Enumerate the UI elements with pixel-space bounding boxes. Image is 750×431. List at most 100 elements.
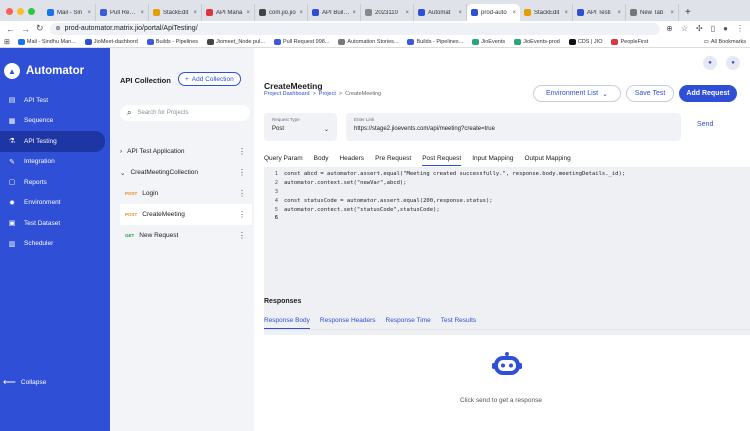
side-panel-icon[interactable]: ▯ <box>711 24 715 33</box>
sidebar-item-api-test[interactable]: ▤ API Test <box>0 90 110 111</box>
bookmark-star-icon[interactable]: ☆ <box>681 24 688 33</box>
close-icon[interactable]: × <box>405 10 409 16</box>
sidebar-item-scheduler[interactable]: ▥ Scheduler <box>0 234 110 255</box>
site-info-icon[interactable]: ⊜ <box>56 25 61 32</box>
browser-tab[interactable]: StackEdit × <box>520 4 573 21</box>
extensions-icon[interactable]: ✣ <box>696 24 703 33</box>
request-url-field[interactable]: Enter Link https://stage2.jioevents.com/… <box>346 113 681 141</box>
close-icon[interactable]: × <box>140 10 144 16</box>
back-arrow-icon[interactable]: ← <box>6 24 15 34</box>
new-tab-button[interactable]: + <box>679 7 697 21</box>
kebab-menu-icon[interactable]: ⋮ <box>238 189 246 198</box>
bookmark-item[interactable]: Automation Stories... <box>338 38 398 45</box>
close-icon[interactable]: × <box>670 10 674 16</box>
tab-query-param[interactable]: Query Param <box>264 155 303 166</box>
chevron-right-icon[interactable]: › <box>120 148 122 155</box>
add-collection-button[interactable]: + Add Collection <box>178 72 241 86</box>
tab-input-mapping[interactable]: Input Mapping <box>472 155 513 166</box>
sidebar-item-environment[interactable]: ✹ Environment <box>0 193 110 214</box>
bookmark-item[interactable]: JioEvents <box>472 38 505 45</box>
request-type-select[interactable]: Request Type Post ⌄ <box>264 113 337 141</box>
environment-list-dropdown[interactable]: Environment List ⌄ <box>533 85 621 102</box>
tab-post-request[interactable]: Post Request <box>422 155 462 166</box>
add-request-button[interactable]: Add Request <box>679 85 737 102</box>
script-editor[interactable]: 1 const abcd = automator.assert.equal("Me… <box>264 167 750 335</box>
request-item[interactable]: POST CreateMeeting ⋮ <box>120 204 252 225</box>
all-bookmarks-button[interactable]: ▭ All Bookmarks <box>704 39 746 45</box>
bars-icon: ▥ <box>8 240 16 248</box>
browser-tab[interactable]: prod-auto × <box>467 4 520 21</box>
tab-response-body[interactable]: Response Body <box>264 317 310 329</box>
reload-icon[interactable]: ↻ <box>36 23 44 34</box>
browser-tab[interactable]: API Mana × <box>202 4 255 21</box>
close-icon[interactable]: × <box>352 10 356 16</box>
forward-arrow-icon[interactable]: → <box>21 24 30 34</box>
browser-tab[interactable]: Automat × <box>414 4 467 21</box>
browser-tab[interactable]: API Testi × <box>573 4 626 21</box>
notification-bell-icon[interactable]: ● <box>703 56 717 70</box>
zoom-window-button[interactable] <box>28 8 35 15</box>
browser-tab[interactable]: New Tab × <box>626 4 679 21</box>
close-icon[interactable]: × <box>458 10 462 16</box>
user-avatar[interactable]: ● <box>726 56 740 70</box>
browser-tab[interactable]: StackEdit × <box>149 4 202 21</box>
kebab-menu-icon[interactable]: ⋮ <box>238 168 246 177</box>
close-icon[interactable]: × <box>87 10 91 16</box>
sidebar-item-integration[interactable]: ✎ Integration <box>0 152 110 173</box>
kebab-menu-icon[interactable]: ⋮ <box>238 147 246 156</box>
close-icon[interactable]: × <box>617 10 621 16</box>
request-item[interactable]: POST Login ⋮ <box>120 183 252 204</box>
tab-headers[interactable]: Headers <box>339 155 364 166</box>
tab-output-mapping[interactable]: Output Mapping <box>524 155 570 166</box>
close-icon[interactable]: × <box>299 10 303 16</box>
breadcrumb-project[interactable]: Project <box>319 91 336 97</box>
tab-body[interactable]: Body <box>314 155 329 166</box>
tab-response-time[interactable]: Response Time <box>386 317 431 329</box>
profile-icon[interactable]: ● <box>723 24 728 33</box>
request-item[interactable]: GET New Request ⋮ <box>120 225 252 246</box>
project-search-input[interactable]: ⌕ Search for Projects <box>120 105 250 121</box>
browser-tab[interactable]: Pull Reque × <box>96 4 149 21</box>
send-button[interactable]: Send <box>697 121 713 128</box>
bookmark-item[interactable]: Mail - Sindhu Man... <box>17 38 76 45</box>
collapse-button[interactable]: ⟵ Collapse <box>3 377 46 388</box>
sidebar-item-test-dataset[interactable]: ▣ Test Dataset <box>0 213 110 234</box>
tab-pre-request[interactable]: Pre Request <box>375 155 411 166</box>
collection-folder[interactable]: ⌄ CreatMeetingCollection ⋮ <box>120 162 252 183</box>
browser-tab[interactable]: Mail - Sin × <box>43 4 96 21</box>
close-icon[interactable]: × <box>246 10 250 16</box>
bookmark-item[interactable]: Jiomeet_Node pul... <box>207 38 265 45</box>
bookmark-item[interactable]: JioEvents-prod <box>514 38 560 45</box>
minimize-window-button[interactable] <box>17 8 24 15</box>
collection-folder[interactable]: › API Test Application ⋮ <box>120 141 252 162</box>
close-icon[interactable]: × <box>193 10 197 16</box>
kebab-menu-icon[interactable]: ⋮ <box>238 231 246 240</box>
url-input[interactable]: ⊜ prod-automator.matrix.jio/portal/ApiTe… <box>49 22 661 35</box>
bookmark-item[interactable]: PeopleFirst <box>611 38 648 45</box>
window-controls <box>0 8 43 21</box>
breadcrumb-project-dashboard[interactable]: Project Dashboard <box>264 91 310 97</box>
bookmark-item[interactable]: Builds - Pipelines... <box>407 38 463 45</box>
kebab-menu-icon[interactable]: ⋮ <box>238 210 246 219</box>
save-test-button[interactable]: Save Test <box>626 85 674 102</box>
sidebar-item-api-testing[interactable]: ⚗ API Testing <box>0 131 105 152</box>
browser-tab[interactable]: API Builde × <box>308 4 361 21</box>
bookmark-item[interactable]: Pull Request 998... <box>273 38 329 45</box>
sidebar-item-reports[interactable]: ▢ Reports <box>0 172 110 193</box>
apps-grid-icon[interactable]: ⊞ <box>4 38 10 46</box>
close-icon[interactable]: × <box>512 10 516 16</box>
sidebar-item-sequence[interactable]: ▦ Sequence <box>0 111 110 132</box>
zoom-icon[interactable]: ⊕ <box>666 24 673 33</box>
document-icon: ▤ <box>8 97 16 105</box>
browser-tab[interactable]: 2023110 × <box>361 4 414 21</box>
close-window-button[interactable] <box>6 8 13 15</box>
browser-tab[interactable]: com.jio.jio × <box>255 4 308 21</box>
tab-response-headers[interactable]: Response Headers <box>320 317 376 329</box>
bookmark-item[interactable]: CDS | JIO <box>568 38 602 45</box>
chevron-down-icon[interactable]: ⌄ <box>120 169 125 177</box>
browser-menu-icon[interactable]: ⋮ <box>736 24 744 33</box>
bookmark-item[interactable]: JioMeet-dashbord <box>84 38 138 45</box>
bookmark-item[interactable]: Builds - Pipelines <box>146 38 198 45</box>
close-icon[interactable]: × <box>564 10 568 16</box>
tab-test-results[interactable]: Test Results <box>441 317 476 329</box>
